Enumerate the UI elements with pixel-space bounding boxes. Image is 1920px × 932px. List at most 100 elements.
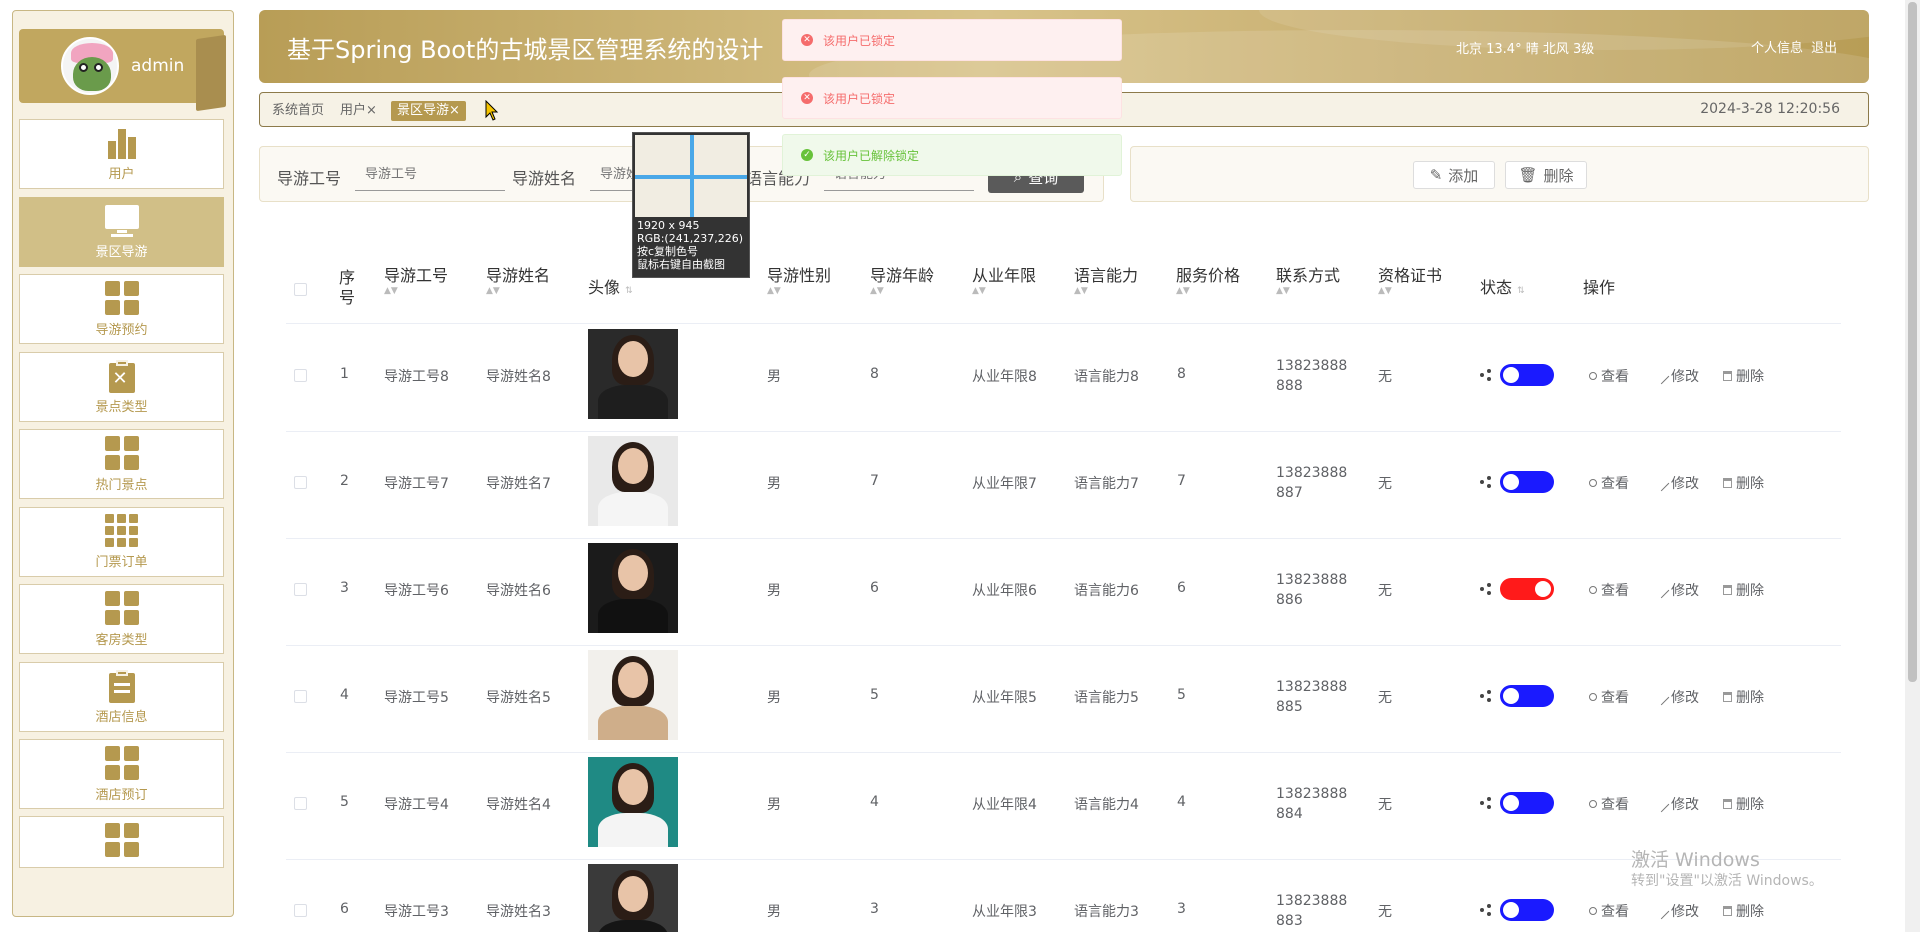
row-checkbox[interactable] (294, 476, 307, 489)
view-button[interactable]: 查看 (1589, 901, 1629, 921)
col-avatar[interactable]: 头像 ⇅ (588, 278, 633, 301)
sidebar-item-ticket-orders[interactable]: 门票订单 (19, 507, 224, 577)
windows-activation-title: 激活 Windows (1631, 849, 1760, 871)
sidebar-item-guide-booking[interactable]: 导游预约 (19, 274, 224, 344)
tab-user[interactable]: 用户× (340, 101, 377, 121)
sort-icon[interactable]: ▲▼ (486, 286, 550, 296)
row-checkbox[interactable] (294, 369, 307, 382)
col-phone[interactable]: 联系方式 ▲▼ (1276, 266, 1340, 296)
guide-avatar-image[interactable] (588, 757, 678, 847)
sidebar-item-more[interactable] (19, 816, 224, 868)
col-age[interactable]: 导游年龄 ▲▼ (870, 266, 934, 296)
guide-avatar-image[interactable] (588, 650, 678, 740)
edit-icon (1653, 582, 1670, 598)
col-years[interactable]: 从业年限 ▲▼ (972, 266, 1036, 296)
sort-icon[interactable]: ▲▼ (1276, 286, 1340, 296)
col-price[interactable]: 服务价格 ▲▼ (1176, 266, 1240, 296)
add-button[interactable]: ✎ 添加 (1413, 161, 1495, 189)
edit-button[interactable]: 修改 (1653, 687, 1699, 707)
guide-avatar-image[interactable] (588, 543, 678, 633)
view-button[interactable]: 查看 (1589, 580, 1629, 600)
col-guide-id[interactable]: 导游工号 ▲▼ (384, 266, 448, 296)
cell-gender: 男 (767, 583, 781, 599)
cell-gender: 男 (767, 797, 781, 813)
profile-link[interactable]: 个人信息 (1751, 41, 1803, 56)
edit-button[interactable]: 修改 (1653, 366, 1699, 386)
tab-home[interactable]: 系统首页 (272, 101, 324, 121)
delete-button[interactable]: 删除 (1723, 473, 1764, 493)
sort-icon[interactable]: ▲▼ (1074, 286, 1138, 296)
share-icon[interactable] (1480, 690, 1492, 702)
batch-delete-button[interactable]: 🗑 删除 (1505, 161, 1587, 189)
col-years-label: 从业年限 (972, 266, 1037, 285)
delete-button[interactable]: 删除 (1723, 901, 1764, 921)
toast-message: 该用户已锁定 (823, 91, 896, 106)
tab-guide[interactable]: 景区导游× (391, 101, 466, 121)
status-toggle[interactable] (1500, 364, 1554, 386)
page-scrollbar[interactable] (1905, 0, 1920, 932)
guide-id-input[interactable] (355, 159, 505, 191)
row-checkbox[interactable] (294, 797, 307, 810)
sort-icon[interactable]: ⇅ (1517, 286, 1525, 296)
guide-avatar-image[interactable] (588, 864, 678, 932)
share-icon[interactable] (1480, 369, 1492, 381)
cell-guide-name: 导游姓名7 (486, 476, 551, 492)
status-toggle[interactable] (1500, 685, 1554, 707)
status-toggle[interactable] (1500, 471, 1554, 493)
sidebar-item-spot-type[interactable]: ✕ 景点类型 (19, 352, 224, 422)
share-icon[interactable] (1480, 904, 1492, 916)
sidebar-item-guide[interactable]: 景区导游 (19, 197, 224, 267)
col-guide-name[interactable]: 导游姓名 ▲▼ (486, 266, 550, 296)
col-language[interactable]: 语言能力 ▲▼ (1074, 266, 1138, 296)
edit-button[interactable]: 修改 (1653, 580, 1699, 600)
sort-icon[interactable]: ▲▼ (1176, 286, 1240, 296)
sort-icon[interactable]: ▲▼ (767, 286, 831, 296)
delete-button[interactable]: 删除 (1723, 687, 1764, 707)
sidebar-item-label: 酒店信息 (95, 709, 148, 725)
sort-icon[interactable]: ▲▼ (972, 286, 1036, 296)
sidebar-item-room-type[interactable]: 客房类型 (19, 584, 224, 654)
edit-icon (1653, 475, 1670, 491)
delete-button[interactable]: 删除 (1723, 580, 1764, 600)
col-status[interactable]: 状态 ⇅ (1480, 278, 1525, 301)
guide-avatar-image[interactable] (588, 329, 678, 419)
col-index: 序号 (339, 268, 356, 307)
delete-button[interactable]: 删除 (1723, 794, 1764, 814)
status-toggle[interactable] (1500, 578, 1554, 600)
sort-icon[interactable]: ▲▼ (870, 286, 934, 296)
sort-icon[interactable]: ▲▼ (384, 286, 448, 296)
sidebar-item-hotel-info[interactable]: 酒店信息 (19, 662, 224, 732)
user-card[interactable]: admin (19, 29, 226, 112)
col-cert[interactable]: 资格证书 ▲▼ (1378, 266, 1442, 296)
row-checkbox[interactable] (294, 690, 307, 703)
username: admin (131, 56, 185, 76)
view-button[interactable]: 查看 (1589, 473, 1629, 493)
select-all-checkbox[interactable] (294, 283, 307, 296)
sort-icon[interactable]: ⇅ (625, 286, 633, 296)
sidebar-item-user[interactable]: 用户 (19, 119, 224, 189)
status-toggle[interactable] (1500, 792, 1554, 814)
row-checkbox[interactable] (294, 904, 307, 917)
toast-error: ✕ 该用户已锁定 (782, 77, 1122, 119)
share-icon[interactable] (1480, 797, 1492, 809)
col-gender[interactable]: 导游性别 ▲▼ (767, 266, 831, 296)
view-button[interactable]: 查看 (1589, 366, 1629, 386)
view-button[interactable]: 查看 (1589, 687, 1629, 707)
color-picker-overlay: 1920 x 945 RGB:(241,237,226) 按c复制色号 鼠标右键… (632, 132, 750, 278)
share-icon[interactable] (1480, 476, 1492, 488)
view-button[interactable]: 查看 (1589, 794, 1629, 814)
edit-button[interactable]: 修改 (1653, 473, 1699, 493)
edit-button[interactable]: 修改 (1653, 901, 1699, 921)
cell-language: 语言能力3 (1074, 904, 1139, 920)
delete-button[interactable]: 删除 (1723, 366, 1764, 386)
row-checkbox[interactable] (294, 583, 307, 596)
sidebar-item-hotel-booking[interactable]: 酒店预订 (19, 739, 224, 809)
share-icon[interactable] (1480, 583, 1492, 595)
edit-button[interactable]: 修改 (1653, 794, 1699, 814)
scrollbar-thumb[interactable] (1908, 2, 1917, 682)
sidebar-item-hot-spots[interactable]: 热门景点 (19, 429, 224, 499)
status-toggle[interactable] (1500, 899, 1554, 921)
logout-link[interactable]: 退出 (1811, 41, 1837, 56)
sort-icon[interactable]: ▲▼ (1378, 286, 1442, 296)
guide-avatar-image[interactable] (588, 436, 678, 526)
